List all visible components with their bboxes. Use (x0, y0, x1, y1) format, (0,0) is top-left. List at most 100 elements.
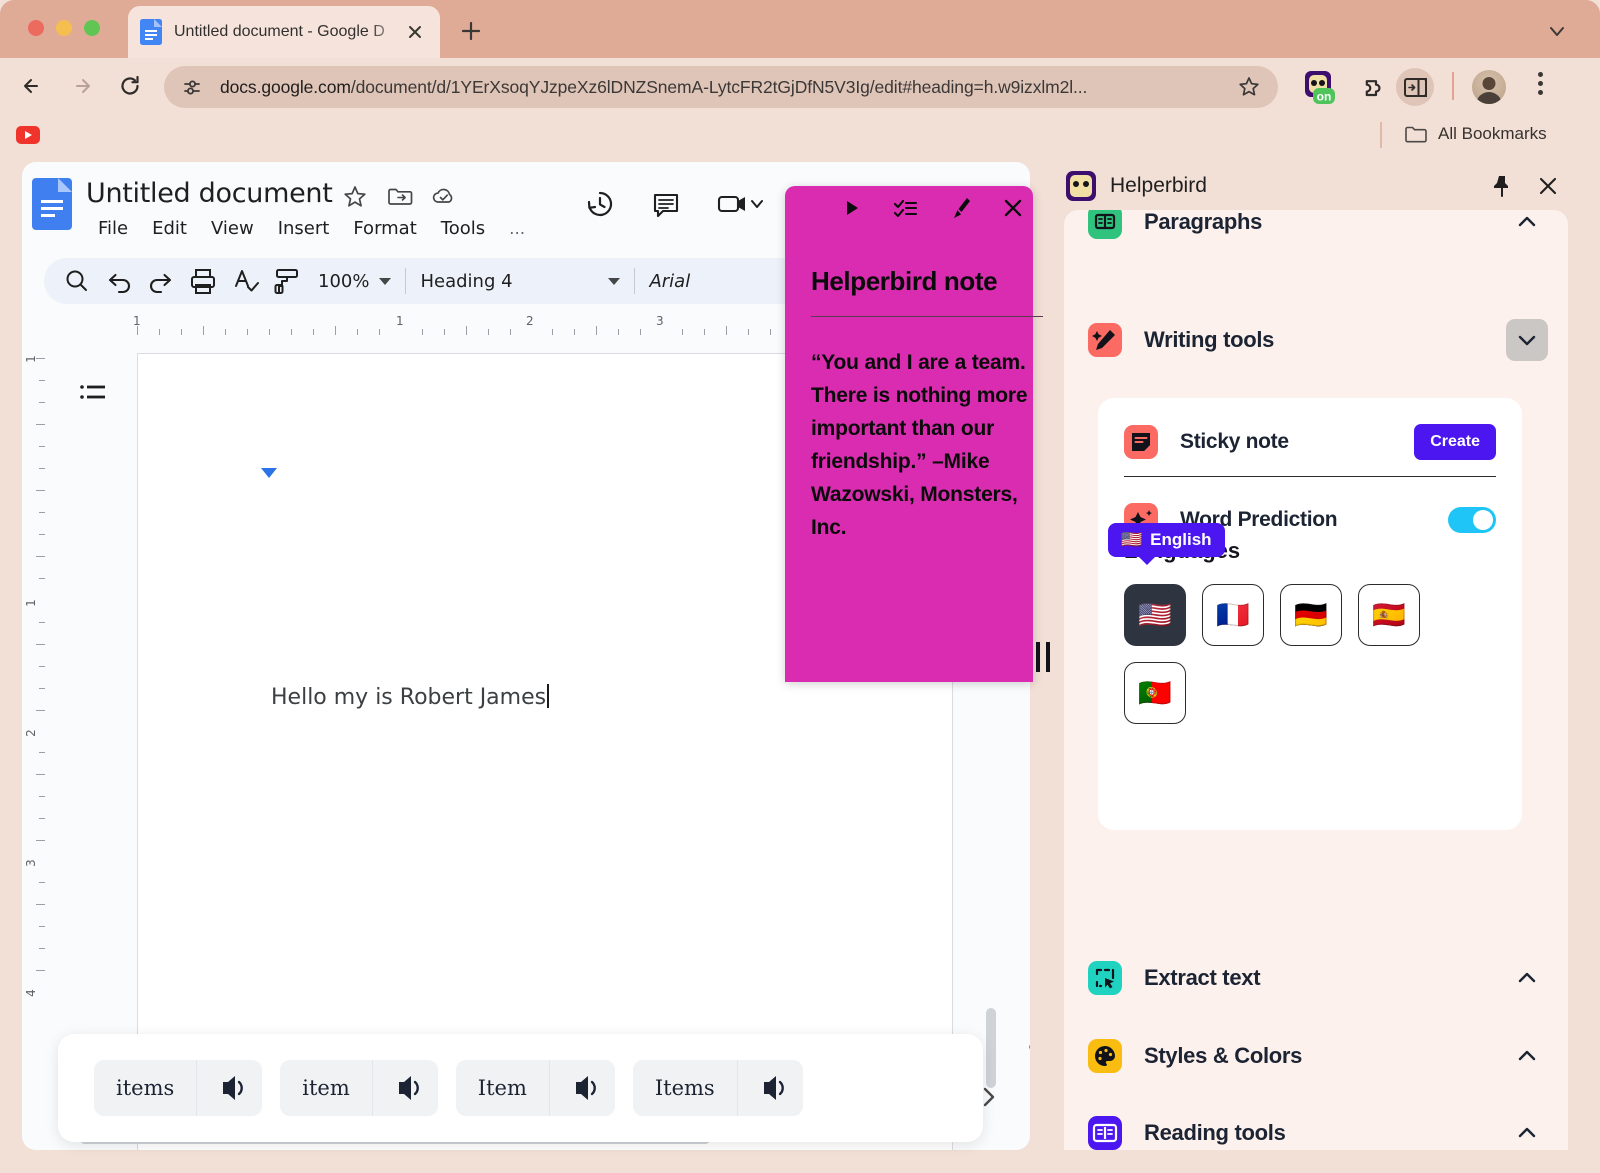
menu-format[interactable]: Format (341, 216, 428, 241)
menu-more[interactable]: … (497, 217, 537, 240)
create-sticky-note-button[interactable]: Create (1414, 424, 1496, 460)
prediction-chip[interactable]: items (94, 1060, 263, 1116)
close-icon[interactable] (999, 194, 1027, 222)
version-history-icon[interactable] (582, 186, 618, 222)
prediction-word[interactable]: items (94, 1060, 196, 1116)
browser-tab[interactable]: Untitled document - Google D (128, 6, 440, 58)
section-styles-colors[interactable]: Styles & Colors (1088, 1030, 1544, 1082)
vertical-ruler[interactable]: 1 1 2 3 4 (22, 338, 48, 1150)
section-reading-tools[interactable]: Reading tools (1088, 1107, 1544, 1150)
section-writing-tools[interactable]: Writing tools (1088, 314, 1548, 366)
chrome-menu-button[interactable] (1526, 68, 1554, 106)
add-page-button[interactable] (1026, 1032, 1030, 1062)
card-divider (1124, 476, 1496, 477)
section-extract-text[interactable]: Extract text (1088, 952, 1544, 1004)
document-title[interactable]: Untitled document (86, 178, 333, 209)
maximize-window-button[interactable] (84, 20, 100, 36)
chevron-down-icon[interactable] (1506, 319, 1548, 361)
paragraph-style-select[interactable]: Heading 4 (420, 271, 621, 292)
reload-button[interactable] (114, 70, 146, 102)
side-panel-icon[interactable] (1396, 68, 1434, 106)
search-icon[interactable] (56, 260, 98, 302)
zoom-level-select[interactable]: 100% (318, 271, 392, 292)
sticky-note-row[interactable]: Sticky note Create (1124, 420, 1496, 464)
speaker-icon[interactable] (548, 1060, 615, 1116)
chevron-up-icon[interactable] (1514, 1043, 1540, 1069)
word-prediction-toggle[interactable] (1448, 507, 1496, 533)
section-paragraphs[interactable]: Paragraphs (1088, 210, 1544, 248)
docs-header-actions (582, 186, 763, 222)
menu-tools[interactable]: Tools (429, 216, 497, 241)
meet-camera-icon[interactable] (714, 186, 763, 222)
url-path: /document/d/1YErXsoqYJzpeXz6lDNZSnemA-Ly… (350, 76, 1088, 97)
speaker-icon[interactable] (196, 1060, 262, 1116)
minimize-window-button[interactable] (56, 20, 72, 36)
prediction-chip[interactable]: Items (632, 1060, 803, 1116)
speaker-icon[interactable] (371, 1060, 438, 1116)
helperbird-extension-icon[interactable]: on (1302, 68, 1340, 106)
toggle-knob (1473, 510, 1493, 530)
prediction-chip[interactable]: item (280, 1060, 438, 1116)
section-label: Reading tools (1144, 1120, 1286, 1145)
language-tooltip: 🇺🇸 English (1108, 523, 1225, 565)
language-option-spanish[interactable]: 🇪🇸 (1358, 584, 1420, 646)
forward-button[interactable] (66, 70, 98, 102)
sticky-note-divider (811, 316, 1043, 317)
bookmarks-bar: All Bookmarks (0, 114, 1600, 160)
vertical-scrollbar-thumb[interactable] (986, 1008, 996, 1088)
window-controls[interactable] (28, 20, 100, 36)
sticky-note-body[interactable]: “You and I are a team. There is nothing … (811, 346, 1047, 544)
site-settings-icon[interactable] (178, 73, 206, 101)
extensions-puzzle-icon[interactable] (1350, 68, 1388, 106)
menu-insert[interactable]: Insert (266, 216, 342, 241)
panel-resize-handle[interactable] (1036, 642, 1050, 672)
menu-edit[interactable]: Edit (140, 216, 199, 241)
chevron-up-icon[interactable] (1514, 965, 1540, 991)
cloud-saved-icon[interactable] (430, 184, 456, 210)
print-icon[interactable] (182, 260, 224, 302)
google-docs-logo-icon[interactable] (32, 178, 72, 230)
chevron-up-icon[interactable] (1514, 1120, 1540, 1146)
bookmark-star-icon[interactable] (1236, 74, 1262, 100)
all-bookmarks-button[interactable]: All Bookmarks (1404, 124, 1547, 144)
youtube-bookmark-icon[interactable] (16, 126, 40, 144)
redo-icon[interactable] (140, 260, 182, 302)
chevron-up-icon[interactable] (1514, 210, 1540, 235)
google-docs-icon (140, 19, 162, 45)
pin-icon[interactable] (1488, 172, 1516, 200)
address-bar[interactable]: docs.google.com/document/d/1YErXsoqYJzpe… (164, 66, 1278, 108)
paint-format-icon[interactable] (266, 260, 308, 302)
prediction-word[interactable]: item (280, 1060, 372, 1116)
indent-marker[interactable] (261, 468, 279, 498)
language-option-german[interactable]: 🇩🇪 (1280, 584, 1342, 646)
svg-text:on: on (1317, 90, 1332, 104)
undo-icon[interactable] (98, 260, 140, 302)
comment-icon[interactable] (648, 186, 684, 222)
ruler-number: 3 (656, 314, 664, 328)
spellcheck-icon[interactable] (224, 260, 266, 302)
menu-file[interactable]: File (86, 216, 140, 241)
brush-icon[interactable] (945, 194, 973, 222)
menu-view[interactable]: View (199, 216, 266, 241)
avatar[interactable] (1472, 70, 1506, 104)
new-tab-button[interactable] (456, 16, 486, 46)
back-button[interactable] (16, 70, 48, 102)
star-icon[interactable] (342, 184, 368, 210)
play-icon[interactable] (837, 194, 865, 222)
language-option-french[interactable]: 🇫🇷 (1202, 584, 1264, 646)
document-body-text[interactable]: Hello my is Robert James (271, 684, 550, 710)
move-to-folder-icon[interactable] (386, 184, 413, 210)
prediction-word[interactable]: Items (633, 1060, 737, 1116)
prediction-word[interactable]: Item (456, 1060, 549, 1116)
close-icon[interactable] (402, 19, 428, 45)
close-icon[interactable] (1534, 172, 1562, 200)
speaker-icon[interactable] (736, 1060, 803, 1116)
sticky-note[interactable]: Helperbird note “You and I are a team. T… (785, 186, 1043, 682)
chevron-down-icon[interactable] (1542, 16, 1572, 46)
checklist-icon[interactable] (891, 194, 919, 222)
language-option-english[interactable]: 🇺🇸 (1124, 584, 1186, 646)
prediction-chip[interactable]: Item (455, 1060, 615, 1116)
close-window-button[interactable] (28, 20, 44, 36)
document-outline-icon[interactable] (76, 376, 110, 410)
language-option-portuguese[interactable]: 🇵🇹 (1124, 662, 1186, 724)
